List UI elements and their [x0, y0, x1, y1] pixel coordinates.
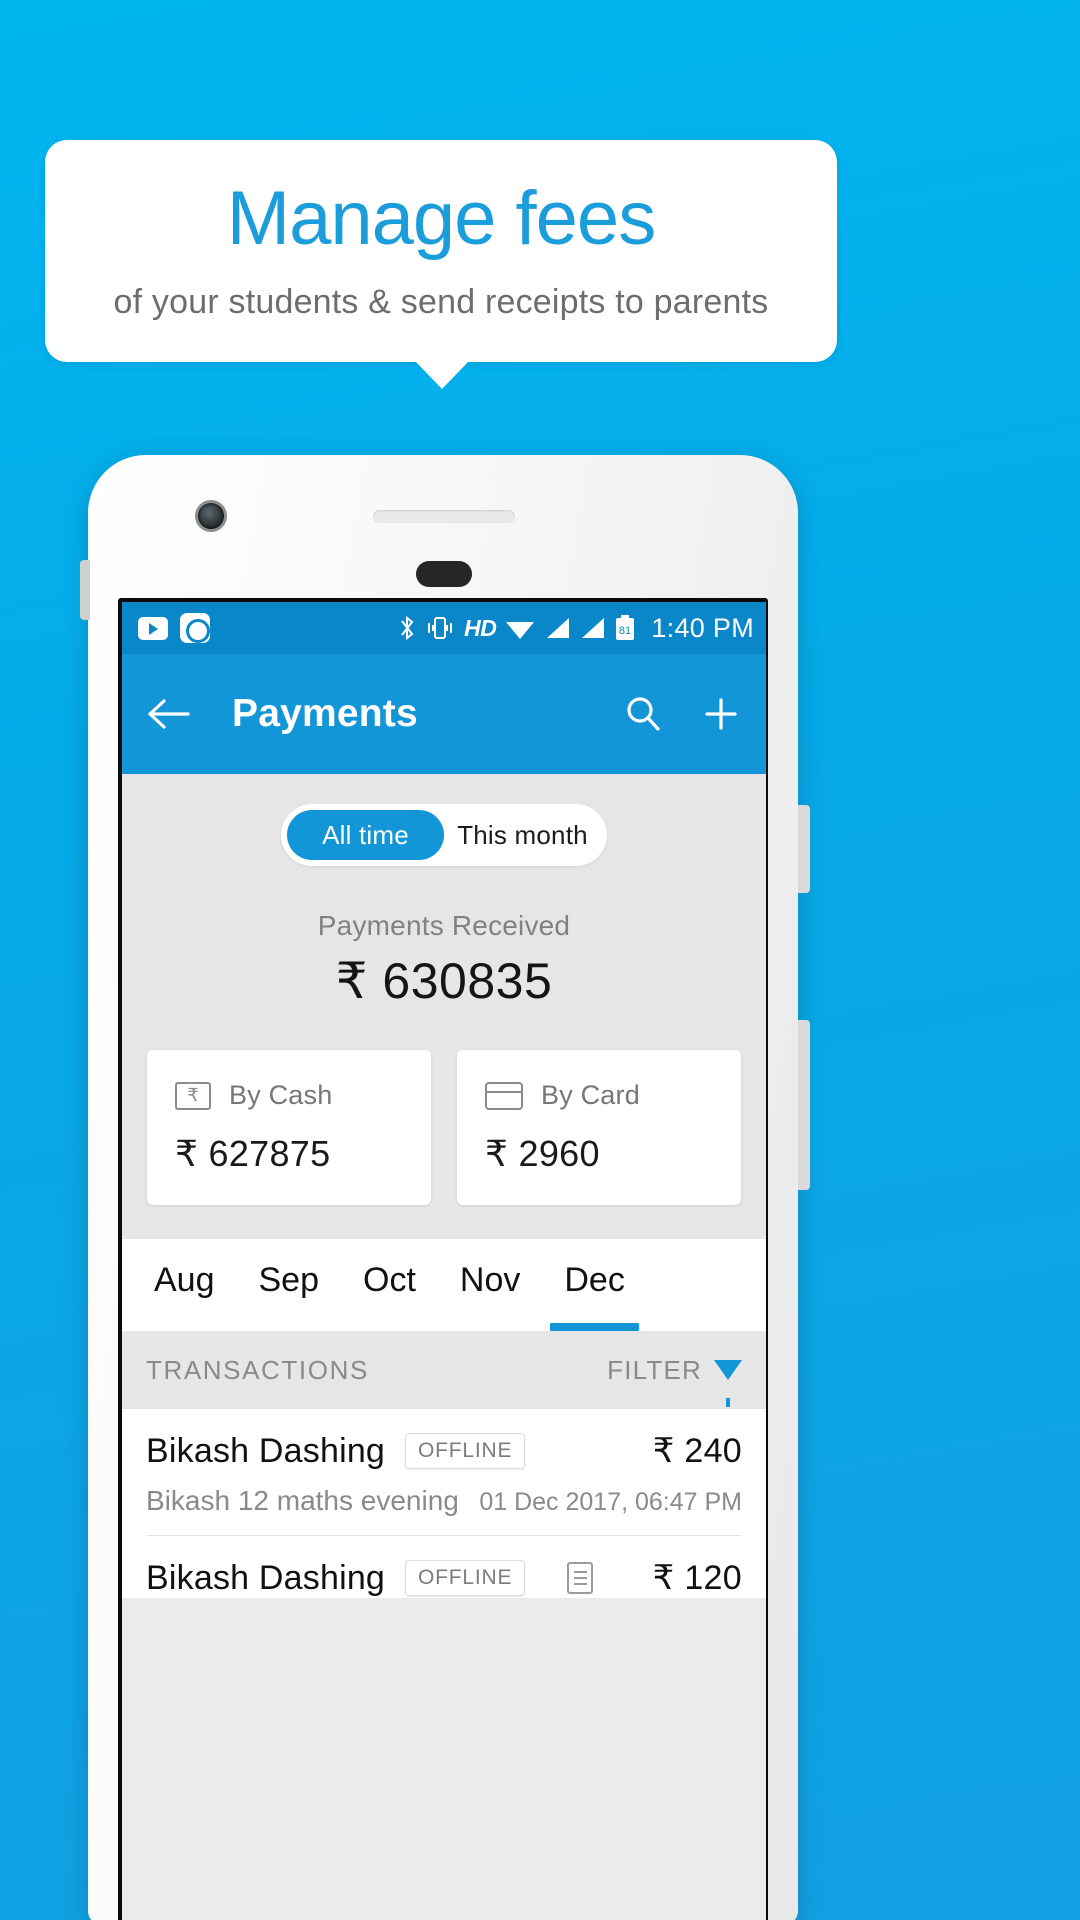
- rupee-note-icon: ₹: [175, 1081, 211, 1110]
- time-range-toggle[interactable]: All time This month: [281, 804, 607, 866]
- tab-dec-label: Dec: [564, 1261, 625, 1299]
- transaction-subtitle: Bikash 12 maths evening: [146, 1485, 459, 1516]
- bluetooth-icon: [401, 615, 414, 641]
- promo-callout-tail: [415, 361, 469, 389]
- tab-dec[interactable]: Dec: [546, 1261, 642, 1331]
- payments-received-label: Payments Received: [317, 910, 571, 941]
- tab-nov[interactable]: Nov: [442, 1261, 538, 1331]
- transaction-primary-line: Bikash Dashing OFFLINE ₹ 120: [146, 1558, 742, 1598]
- tab-aug-label: Aug: [154, 1261, 215, 1299]
- plus-icon[interactable]: [702, 695, 740, 733]
- payments-received-amount: ₹ 630835: [335, 953, 553, 1009]
- screenshot-icon: [180, 613, 210, 643]
- credit-card-icon: [485, 1081, 523, 1110]
- by-card-card[interactable]: By Card ₹ 2960: [457, 1050, 741, 1205]
- search-icon[interactable]: [624, 695, 662, 733]
- by-cash-header: ₹ By Cash: [175, 1080, 431, 1111]
- by-cash-card[interactable]: ₹ By Cash ₹ 627875: [147, 1050, 431, 1205]
- promo-callout: Manage fees of your students & send rece…: [45, 140, 837, 362]
- by-card-label: By Card: [541, 1080, 640, 1110]
- tab-sep-label: Sep: [258, 1261, 320, 1299]
- tab-active-indicator: [550, 1323, 639, 1331]
- status-bar-system: HD 81 1:40 PM: [398, 613, 754, 644]
- payment-method-cards: ₹ By Cash ₹ 627875 By Card ₹ 2960: [122, 1050, 766, 1205]
- wifi-icon: [506, 622, 535, 639]
- transaction-name: Bikash Dashing: [146, 1431, 386, 1470]
- arrow-back-icon[interactable]: [148, 698, 190, 730]
- phone-screen: HD 81 1:40 PM Payments All time This mon…: [122, 602, 766, 1920]
- status-badge: OFFLINE: [405, 1560, 526, 1596]
- transaction-amount: ₹ 120: [652, 1559, 742, 1597]
- filter-label: FILTER: [607, 1354, 702, 1385]
- receipt-icon[interactable]: [567, 1562, 593, 1594]
- filter-button[interactable]: FILTER: [607, 1354, 742, 1407]
- tab-nov-label: Nov: [459, 1261, 521, 1299]
- tab-oct[interactable]: Oct: [345, 1261, 434, 1331]
- phone-power-button: [798, 805, 810, 893]
- transaction-name: Bikash Dashing: [146, 1558, 386, 1597]
- phone-volume-button: [798, 1020, 810, 1190]
- transaction-primary-line: Bikash Dashing OFFLINE ₹ 240: [146, 1431, 742, 1471]
- month-tab-bar[interactable]: Aug Sep Oct Nov Dec: [122, 1239, 766, 1331]
- tab-oct-label: Oct: [363, 1261, 416, 1299]
- segment-this-month[interactable]: This month: [444, 810, 601, 860]
- by-cash-label: By Cash: [229, 1080, 333, 1110]
- transactions-title: TRANSACTIONS: [146, 1354, 369, 1385]
- phone-earpiece: [373, 510, 515, 523]
- app-bar: Payments: [122, 654, 766, 774]
- svg-text:81: 81: [619, 625, 631, 637]
- segment-all-time[interactable]: All time: [287, 810, 444, 860]
- transactions-header: TRANSACTIONS FILTER: [122, 1331, 766, 1409]
- by-card-header: By Card: [485, 1080, 741, 1111]
- app-bar-actions: [624, 695, 740, 733]
- phone-sensor: [416, 561, 472, 587]
- by-card-amount: ₹ 2960: [485, 1133, 600, 1174]
- hd-icon: HD: [464, 614, 497, 641]
- status-bar-notifications: [138, 613, 210, 643]
- signal-icon: [547, 618, 570, 638]
- vibrate-icon: [428, 617, 453, 639]
- transaction-date: 01 Dec 2017, 06:47 PM: [479, 1488, 742, 1516]
- tab-sep[interactable]: Sep: [241, 1261, 338, 1331]
- page-title: Payments: [232, 692, 418, 735]
- tab-aug[interactable]: Aug: [136, 1261, 233, 1331]
- transactions-list: Bikash Dashing OFFLINE ₹ 240 Bikash 12 m…: [122, 1409, 766, 1598]
- status-bar: HD 81 1:40 PM: [122, 602, 766, 654]
- phone-front-camera: [195, 500, 227, 532]
- screenshot-stage: Manage fees of your students & send rece…: [0, 0, 1080, 1920]
- table-row[interactable]: Bikash Dashing OFFLINE ₹ 240 Bikash 12 m…: [122, 1409, 766, 1536]
- summary-section: All time This month Payments Received ₹ …: [122, 774, 766, 1239]
- by-cash-amount: ₹ 627875: [175, 1133, 331, 1174]
- promo-title: Manage fees: [226, 175, 656, 261]
- status-bar-clock: 1:40 PM: [651, 612, 754, 643]
- phone-side-tray: [80, 560, 90, 620]
- promo-subtitle: of your students & send receipts to pare…: [113, 282, 769, 321]
- transaction-secondary-line: Bikash 12 maths evening 01 Dec 2017, 06:…: [146, 1471, 742, 1536]
- funnel-icon: [714, 1360, 742, 1407]
- status-badge: OFFLINE: [405, 1433, 526, 1469]
- youtube-icon: [138, 616, 168, 640]
- transaction-amount: ₹ 240: [652, 1432, 742, 1470]
- signal-icon: [582, 618, 605, 638]
- battery-icon: 81: [616, 615, 635, 640]
- table-row[interactable]: Bikash Dashing OFFLINE ₹ 120: [122, 1536, 766, 1598]
